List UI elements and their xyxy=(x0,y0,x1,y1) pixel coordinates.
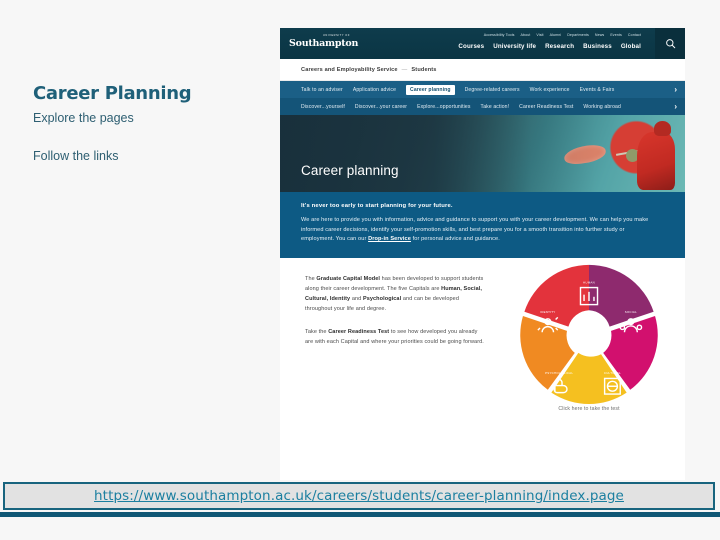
slide-subtitle: Explore the pages xyxy=(33,110,134,125)
subnav-item-events-and-fairs[interactable]: Events & Fairs xyxy=(580,87,615,93)
university-logo[interactable]: UNIVERSITY OF Southampton xyxy=(289,34,359,49)
chevron-right-icon[interactable]: › xyxy=(674,102,677,111)
utility-link-about[interactable]: About xyxy=(521,33,531,37)
breadcrumb-parent[interactable]: Careers and Employability Service xyxy=(301,67,398,73)
subnav-item-explore-opportunities[interactable]: Explore...opportunities xyxy=(417,104,470,110)
page-title: Career Planning xyxy=(33,83,192,104)
webpage-screenshot: UNIVERSITY OF Southampton Accessibility … xyxy=(280,28,685,480)
capital-paragraph-2: Take the Career Readiness Test to see ho… xyxy=(305,327,485,347)
capital-p1-psychological: Psychological xyxy=(362,296,402,303)
hero-banner: Career planning xyxy=(280,115,685,192)
slide-secondary-text: Follow the links xyxy=(33,149,119,164)
chevron-right-icon[interactable]: › xyxy=(674,85,677,94)
nav-item-research[interactable]: Research xyxy=(545,43,574,50)
capital-p1-a: The xyxy=(305,275,317,282)
nav-item-university-life[interactable]: University life xyxy=(493,43,536,50)
drop-in-service-link[interactable]: Drop-in Service xyxy=(368,236,411,242)
capital-p2-test-name: Career Readiness Test xyxy=(328,328,390,335)
graduate-capital-section: The Graduate Capital Model has been deve… xyxy=(280,257,685,438)
subnav-item-working-abroad[interactable]: Working abroad xyxy=(583,104,621,110)
bottom-accent-rule xyxy=(0,512,720,517)
nav-item-business[interactable]: Business xyxy=(583,43,612,50)
utility-link-accessibility[interactable]: Accessibility Tools xyxy=(484,33,515,37)
wheel-label-identity: IDENTITY xyxy=(540,310,555,314)
wheel-label-human: HUMAN xyxy=(583,280,595,284)
capital-p1-model-name: Graduate Capital Model xyxy=(316,275,381,282)
utility-nav: Accessibility Tools About Visit Alumni D… xyxy=(484,33,641,37)
subnav-item-talk-to-an-adviser[interactable]: Talk to an adviser xyxy=(301,87,343,93)
utility-link-contact[interactable]: Contact xyxy=(628,33,641,37)
capital-paragraph-1: The Graduate Capital Model has been deve… xyxy=(305,274,485,315)
hero-title: Career planning xyxy=(301,163,399,178)
capital-p1-e: and xyxy=(350,296,363,303)
capital-text-block: The Graduate Capital Model has been deve… xyxy=(305,274,485,359)
wheel-label-cultural: CULTURAL xyxy=(604,371,621,375)
utility-link-departments[interactable]: Departments xyxy=(567,33,589,37)
page-url-link[interactable]: https://www.southampton.ac.uk/careers/st… xyxy=(94,488,624,504)
hero-gradient-overlay xyxy=(280,115,685,192)
subnav-item-application-advice[interactable]: Application advice xyxy=(353,87,396,93)
subnav-secondary: Discover...yourself Discover...your care… xyxy=(280,98,685,115)
intro-lead-text: It's never too early to start planning f… xyxy=(301,203,453,209)
subnav-item-career-readiness-test[interactable]: Career Readiness Test xyxy=(519,104,573,110)
subnav-item-discover-yourself[interactable]: Discover...yourself xyxy=(301,104,345,110)
utility-link-visit[interactable]: Visit xyxy=(536,33,543,37)
subnav-primary: Talk to an adviser Application advice Ca… xyxy=(280,81,685,98)
subnav-item-discover-your-career[interactable]: Discover...your career xyxy=(355,104,407,110)
wheel-label-psychological: PSYCHOLOGICAL xyxy=(545,371,573,375)
utility-link-news[interactable]: News xyxy=(595,33,604,37)
breadcrumb-separator: — xyxy=(401,66,408,73)
nav-item-global[interactable]: Global xyxy=(621,43,641,50)
url-bar: https://www.southampton.ac.uk/careers/st… xyxy=(3,482,715,510)
breadcrumb-current[interactable]: Students xyxy=(411,67,436,73)
subnav-item-work-experience[interactable]: Work experience xyxy=(530,87,570,93)
graduate-capital-wheel[interactable]: HUMAN SOCIAL CULTURAL PSYCHOLOGICAL IDEN… xyxy=(518,262,660,404)
search-button[interactable] xyxy=(655,28,685,59)
wheel-caption[interactable]: Click here to take the test xyxy=(509,406,669,412)
subnav-item-career-planning[interactable]: Career planning xyxy=(406,84,455,95)
intro-section: It's never too early to start planning f… xyxy=(280,192,685,258)
capital-p2-a: Take the xyxy=(305,328,329,335)
capital-wheel-wrap: HUMAN SOCIAL CULTURAL PSYCHOLOGICAL IDEN… xyxy=(509,262,669,412)
logo-kicker: UNIVERSITY OF xyxy=(323,34,350,37)
main-nav: Courses University life Research Busines… xyxy=(458,43,641,50)
search-icon xyxy=(665,39,675,49)
slide-text-block: Career Planning Explore the pages Follow… xyxy=(33,84,263,164)
intro-body-part2: for personal advice and guidance. xyxy=(410,236,500,243)
site-header: UNIVERSITY OF Southampton Accessibility … xyxy=(280,28,685,59)
subnav-item-degree-related-careers[interactable]: Degree-related careers xyxy=(465,87,520,93)
subnav-item-take-action[interactable]: Take action! xyxy=(481,104,510,110)
intro-body-text: We are here to provide you with informat… xyxy=(301,216,657,245)
wheel-segment-identity[interactable] xyxy=(524,264,589,327)
utility-link-alumni[interactable]: Alumni xyxy=(550,33,562,37)
nav-item-courses[interactable]: Courses xyxy=(458,43,484,50)
breadcrumb: Careers and Employability Service — Stud… xyxy=(280,59,685,81)
wheel-segment-human[interactable] xyxy=(589,264,654,327)
utility-link-events[interactable]: Events xyxy=(610,33,622,37)
logo-name: Southampton xyxy=(289,37,359,49)
capital-wheel-svg: HUMAN SOCIAL CULTURAL PSYCHOLOGICAL IDEN… xyxy=(520,264,658,404)
wheel-label-social: SOCIAL xyxy=(625,310,637,314)
